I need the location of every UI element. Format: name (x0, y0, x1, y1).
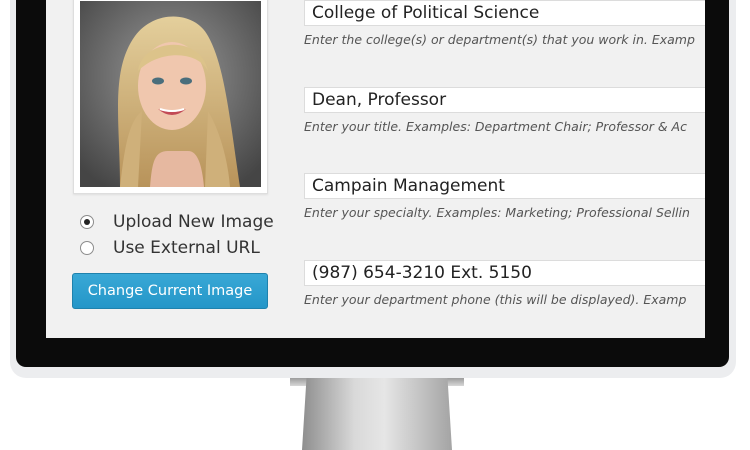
radio-button-upload[interactable] (80, 215, 94, 229)
radio-use-external-url[interactable]: Use External URL (80, 238, 260, 258)
phone-hint: Enter your department phone (this will b… (304, 292, 687, 307)
specialty-hint: Enter your specialty. Examples: Marketin… (304, 205, 690, 220)
department-hint: Enter the college(s) or department(s) th… (304, 32, 695, 47)
change-current-image-button[interactable]: Change Current Image (72, 273, 268, 309)
profile-photo (80, 1, 261, 187)
radio-label-external: Use External URL (113, 238, 260, 258)
monitor-stand (302, 378, 452, 450)
title-input[interactable]: Dean, Professor (304, 87, 705, 113)
radio-label-upload: Upload New Image (113, 212, 274, 232)
department-input[interactable]: College of Political Science (304, 0, 705, 26)
screen: Upload New Image Use External URL Change… (46, 0, 705, 338)
radio-upload-new-image[interactable]: Upload New Image (80, 212, 274, 232)
title-hint: Enter your title. Examples: Department C… (304, 119, 687, 134)
profile-photo-frame (73, 0, 268, 194)
specialty-input[interactable]: Campain Management (304, 173, 705, 199)
phone-input[interactable]: (987) 654-3210 Ext. 5150 (304, 260, 705, 286)
radio-button-external[interactable] (80, 241, 94, 255)
